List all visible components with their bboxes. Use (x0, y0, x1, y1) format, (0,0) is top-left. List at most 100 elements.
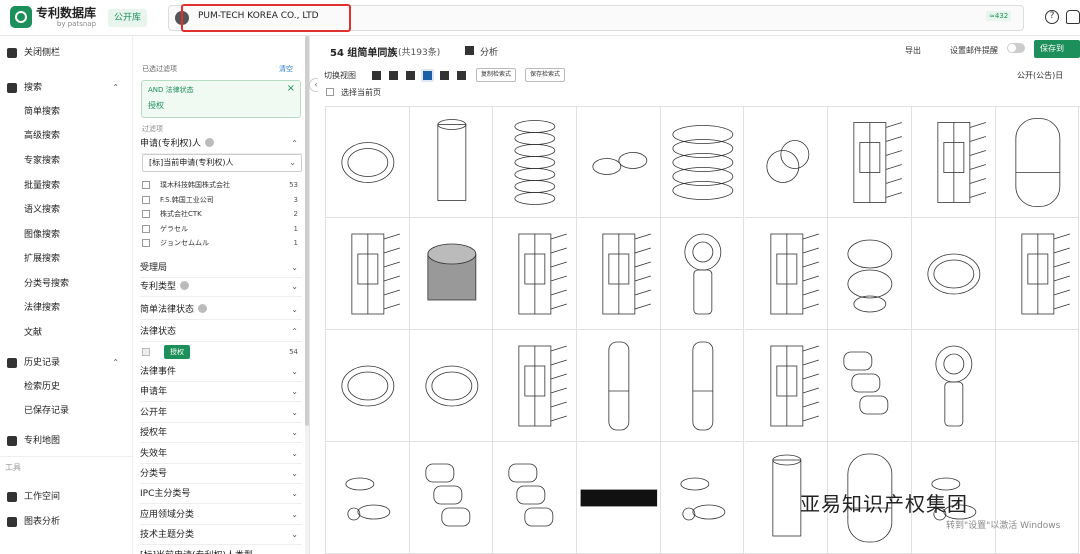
filter-section[interactable]: 分类号 ⌄ (140, 464, 302, 484)
applicant-type-select[interactable]: [标]当前申请(专利权)人 ⌄ (142, 154, 302, 172)
database-badge[interactable]: 公开库 (108, 9, 148, 27)
help-icon[interactable]: ? (1045, 10, 1059, 24)
patent-thumbnail[interactable] (326, 442, 410, 554)
save-button[interactable]: 保存到 (1034, 40, 1080, 58)
select-page-checkbox[interactable] (326, 88, 334, 96)
sidebar-item-15[interactable]: 专利地图 (0, 430, 133, 452)
compare-view-icon[interactable] (438, 69, 451, 82)
grant-checkbox[interactable] (142, 348, 150, 356)
grid-view-icon[interactable] (421, 69, 434, 82)
mail-alert-toggle[interactable] (1007, 43, 1025, 53)
patent-thumbnail[interactable] (828, 218, 912, 330)
sidebar-item-10[interactable]: 法律搜索 (0, 297, 133, 319)
applicant-checkbox[interactable] (142, 210, 150, 218)
patent-thumbnail[interactable] (911, 330, 996, 442)
sidebar-item-3[interactable]: 高级搜索 (0, 125, 133, 147)
bell-icon[interactable] (1066, 10, 1080, 24)
filter-section[interactable]: [标]当前申请(专利权)人类型 ⌄ (140, 546, 302, 554)
patent-thumbnail[interactable] (660, 442, 745, 554)
patent-thumbnail[interactable] (744, 107, 829, 218)
applicant-filter-row[interactable]: ゲラセル 1 (142, 222, 302, 236)
sidebar-item-4[interactable]: 专家搜索 (0, 150, 133, 172)
save-expression-button[interactable]: 保存检索式 (525, 68, 566, 82)
sidebar-item-13[interactable]: 检索历史 (0, 376, 133, 398)
sidebar-item-7[interactable]: 图像搜索 (0, 224, 133, 246)
patent-thumbnail[interactable] (326, 218, 410, 330)
applicant-checkbox[interactable] (142, 224, 150, 233)
analysis-dropdown[interactable]: 分析 (464, 45, 498, 58)
patent-thumbnail[interactable] (409, 330, 494, 442)
patent-thumbnail[interactable] (660, 218, 745, 330)
logo[interactable]: 专利数据库 by patsnap (10, 6, 96, 28)
patent-thumbnail[interactable] (493, 330, 578, 442)
tool-item-1[interactable]: 图表分析 (0, 511, 133, 533)
patent-thumbnail[interactable] (409, 218, 494, 330)
patent-thumbnail[interactable] (577, 107, 661, 218)
patent-thumbnail[interactable] (828, 330, 912, 442)
patent-thumbnail[interactable] (911, 107, 996, 218)
patent-thumbnail[interactable] (326, 107, 410, 218)
sidebar-item-2[interactable]: 简单搜索 (0, 101, 133, 123)
patent-thumbnail[interactable] (577, 218, 661, 330)
patent-thumbnail[interactable] (409, 107, 494, 218)
filter-section[interactable]: 授权年 ⌄ (140, 423, 302, 444)
sidebar-item-14[interactable]: 已保存记录 (0, 400, 133, 422)
applicant-checkbox[interactable] (142, 181, 150, 189)
filter-section[interactable]: 专利类型 ⌄ (140, 277, 302, 297)
patent-thumbnail[interactable] (660, 107, 745, 218)
filter-section[interactable]: 简单法律状态 ⌄ (140, 300, 302, 320)
filter-section[interactable]: 法律状态 ⌃ (140, 322, 302, 342)
sidebar-item-6[interactable]: 语义搜索 (0, 199, 133, 221)
applicant-checkbox[interactable] (142, 195, 150, 204)
patent-thumbnail[interactable] (995, 442, 1080, 554)
sidebar-item-8[interactable]: 扩展搜索 (0, 248, 133, 270)
patent-thumbnail[interactable] (493, 107, 578, 218)
patent-thumbnail[interactable] (577, 330, 661, 442)
patent-thumbnail[interactable] (744, 218, 829, 330)
applicant-filter-row[interactable]: 璞木科技韩国株式会社 53 (142, 178, 302, 192)
sidebar-item-5[interactable]: 批量搜索 (0, 175, 133, 197)
sort-dropdown[interactable]: 公开(公告)日 (1017, 70, 1063, 81)
filter-section[interactable]: 应用领域分类 ⌄ (140, 505, 302, 525)
patent-thumbnail[interactable] (409, 442, 494, 554)
applicant-filter-row[interactable]: F.S.韩国工业公司 3 (142, 193, 302, 207)
patent-thumbnail[interactable] (326, 330, 410, 442)
patent-thumbnail[interactable] (493, 218, 578, 330)
detail-view-icon[interactable] (387, 69, 400, 82)
selected-filter-chip[interactable]: AND 法律状态 授权 × (141, 80, 301, 118)
close-icon[interactable]: × (287, 83, 295, 94)
image-view-icon[interactable] (404, 69, 417, 82)
filter-section[interactable]: 公开年 ⌄ (140, 403, 302, 423)
filter-scrollbar[interactable] (305, 36, 309, 554)
sidebar-item-9[interactable]: 分类号搜索 (0, 273, 133, 295)
filter-section[interactable]: 技术主题分类 ⌄ (140, 525, 302, 546)
applicant-checkbox[interactable] (142, 239, 150, 247)
clear-filters-link[interactable]: 清空 (279, 64, 293, 74)
sidebar-item-0[interactable]: 关闭侧栏 (0, 42, 133, 64)
filter-section[interactable]: 受理局 ⌄ (140, 258, 302, 278)
patent-thumbnail[interactable] (911, 218, 996, 330)
patent-thumbnail[interactable] (828, 107, 912, 218)
filter-section[interactable]: 法律事件 ⌄ (140, 362, 302, 382)
applicant-filter-row[interactable]: ジョンセムムル 1 (142, 236, 302, 250)
sidebar-item-11[interactable]: 文献 (0, 322, 133, 344)
section-applicant[interactable]: 申请(专利权)人 ⌃ (140, 134, 302, 154)
sidebar-item-12[interactable]: 历史记录 ⌃ (0, 352, 133, 374)
patent-thumbnail[interactable] (744, 330, 829, 442)
export-button[interactable]: 导出 (905, 45, 921, 56)
grant-filter-row[interactable]: 授权 54 (142, 345, 302, 359)
chart-view-icon[interactable] (455, 69, 468, 82)
patent-thumbnail[interactable] (577, 442, 661, 554)
select-current-page[interactable]: 选择当前页 (326, 88, 381, 98)
search-query[interactable]: PUM-TECH KOREA CO., LTD (198, 11, 319, 21)
copy-expression-button[interactable]: 复制检索式 (476, 68, 517, 82)
patent-thumbnail[interactable] (660, 330, 745, 442)
filter-section[interactable]: 申请年 ⌄ (140, 382, 302, 403)
patent-thumbnail[interactable] (995, 107, 1080, 218)
filter-section[interactable]: 失效年 ⌄ (140, 444, 302, 464)
patent-thumbnail[interactable] (995, 330, 1080, 442)
patent-thumbnail[interactable] (493, 442, 578, 554)
sidebar-item-1[interactable]: 搜索 ⌃ (0, 77, 133, 99)
tool-item-0[interactable]: 工作空间 (0, 486, 133, 508)
applicant-filter-row[interactable]: 株式会社CTK 2 (142, 207, 302, 221)
